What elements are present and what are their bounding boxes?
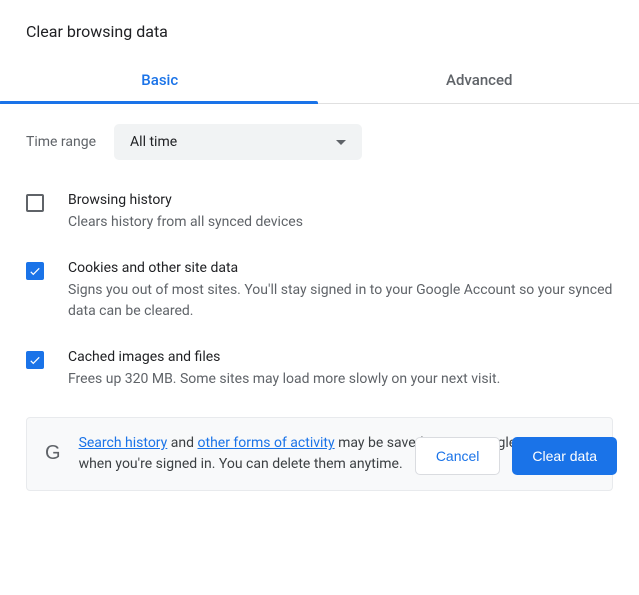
checkbox-cached[interactable] [26, 351, 44, 369]
dialog-title: Clear browsing data [0, 0, 639, 59]
dialog-actions: Cancel Clear data [415, 437, 617, 475]
item-browsing-history: Browsing history Clears history from all… [26, 192, 613, 232]
clear-browsing-data-dialog: Clear browsing data Basic Advanced Time … [0, 0, 639, 491]
item-desc: Signs you out of most sites. You'll stay… [68, 280, 613, 321]
time-range-label: Time range [26, 134, 96, 150]
cancel-button[interactable]: Cancel [415, 437, 501, 475]
item-cookies: Cookies and other site data Signs you ou… [26, 260, 613, 321]
item-desc: Frees up 320 MB. Some sites may load mor… [68, 369, 613, 389]
tabs: Basic Advanced [0, 59, 639, 104]
time-range-select[interactable]: All time [114, 124, 362, 160]
clear-data-button[interactable]: Clear data [512, 437, 617, 475]
item-title: Browsing history [68, 192, 613, 208]
dialog-body: Time range All time Browsing history Cle… [0, 104, 639, 491]
checkbox-cookies[interactable] [26, 262, 44, 280]
time-range-value: All time [130, 134, 177, 150]
tab-advanced[interactable]: Advanced [320, 59, 639, 103]
item-cached: Cached images and files Frees up 320 MB.… [26, 349, 613, 389]
time-range-row: Time range All time [26, 124, 613, 160]
caret-down-icon [336, 140, 346, 145]
link-search-history[interactable]: Search history [79, 435, 168, 451]
item-desc: Clears history from all synced devices [68, 212, 613, 232]
item-title: Cached images and files [68, 349, 613, 365]
google-icon: G [45, 433, 61, 468]
tab-basic[interactable]: Basic [0, 59, 320, 103]
link-other-activity[interactable]: other forms of activity [198, 435, 335, 451]
item-title: Cookies and other site data [68, 260, 613, 276]
checkbox-browsing-history[interactable] [26, 194, 44, 212]
